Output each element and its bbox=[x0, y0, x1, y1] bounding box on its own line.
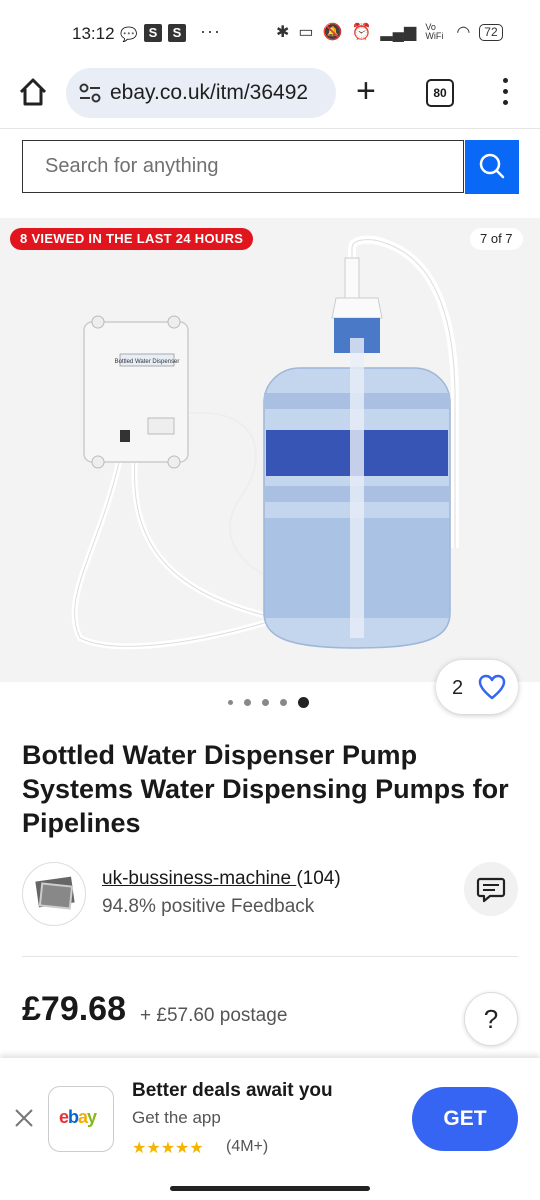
watch-count: 2 bbox=[452, 677, 464, 699]
ebay-app-icon: ebay bbox=[48, 1086, 114, 1152]
banner-rating-count: (4M+) bbox=[226, 1138, 269, 1155]
seller-logo-image bbox=[35, 876, 75, 910]
vibrate-icon: ▭ bbox=[298, 24, 314, 41]
search-button[interactable] bbox=[465, 140, 519, 194]
product-image[interactable]: Bottled Water Dispenser bbox=[0, 218, 540, 682]
pagination-dot-active[interactable] bbox=[298, 697, 309, 708]
search-input[interactable] bbox=[45, 155, 445, 178]
pump-label: Bottled Water Dispenser bbox=[115, 359, 180, 365]
help-button[interactable]: ? bbox=[464, 992, 518, 1046]
signal-icon: ▂▄▆ bbox=[380, 24, 417, 41]
home-button[interactable] bbox=[16, 75, 50, 109]
product-title: Bottled Water Dispenser Pump Systems Wat… bbox=[22, 740, 509, 838]
wifi-icon: ◠ bbox=[456, 24, 471, 41]
gesture-home-indicator[interactable] bbox=[170, 1186, 370, 1191]
message-icon bbox=[476, 877, 506, 903]
battery-icon: 72 bbox=[479, 23, 503, 41]
browser-toolbar: ebay.co.uk/itm/36492 + 80 bbox=[0, 60, 540, 126]
pagination-dot[interactable] bbox=[244, 699, 251, 706]
seller-name-link[interactable]: uk-bussiness-machine (104) bbox=[102, 868, 341, 890]
url-text[interactable]: ebay.co.uk/itm/36492 bbox=[110, 81, 308, 105]
home-icon bbox=[19, 78, 47, 106]
divider bbox=[22, 956, 518, 957]
banner-subtitle: Get the app bbox=[132, 1108, 221, 1127]
new-tab-button[interactable]: + bbox=[356, 74, 376, 108]
status-bar: 13:12 💬 S S ··· ✱ ▭ 🔕 ⏰ ▂▄▆ Vo WiFi ◠ 72 bbox=[0, 0, 540, 60]
heart-icon bbox=[478, 674, 506, 700]
price: £79.68 bbox=[22, 990, 126, 1028]
banner-title: Better deals await you bbox=[132, 1080, 333, 1101]
status-time: 13:12 bbox=[72, 24, 115, 43]
alarm-icon: ⏰ bbox=[351, 24, 372, 41]
contact-seller-button[interactable] bbox=[464, 862, 518, 916]
gallery-pagination bbox=[228, 697, 309, 708]
search-icon bbox=[479, 153, 505, 179]
watch-button[interactable]: 2 bbox=[436, 660, 518, 714]
url-bar[interactable]: ebay.co.uk/itm/36492 bbox=[66, 68, 336, 118]
chat-notification-icon: 💬 bbox=[120, 26, 138, 42]
vowifi-label: Vo WiFi bbox=[425, 22, 444, 41]
seller-feedback: 94.8% positive Feedback bbox=[102, 896, 315, 917]
system-icons: ✱ ▭ 🔕 ⏰ ▂▄▆ Vo WiFi ◠ 72 bbox=[276, 22, 503, 42]
search-box bbox=[22, 140, 464, 193]
close-banner-button[interactable] bbox=[12, 1106, 36, 1130]
pagination-dot[interactable] bbox=[262, 699, 269, 706]
mute-icon: 🔕 bbox=[322, 24, 343, 41]
bluetooth-icon: ✱ bbox=[276, 24, 290, 41]
seller-name[interactable]: uk-bussiness-machine bbox=[102, 868, 291, 889]
browser-menu-button[interactable] bbox=[496, 76, 516, 108]
seller-rating-count: (104) bbox=[296, 868, 341, 889]
seller-avatar[interactable] bbox=[22, 862, 86, 926]
close-icon bbox=[15, 1109, 33, 1127]
more-notifications-icon: ··· bbox=[200, 21, 221, 41]
app-badge-icon: S bbox=[144, 24, 162, 42]
viewed-badge: 8 VIEWED IN THE LAST 24 HOURS bbox=[10, 228, 254, 250]
ebay-logo: ebay bbox=[59, 1107, 97, 1127]
image-counter: 7 of 7 bbox=[470, 228, 523, 250]
app-badge-icon: S bbox=[168, 24, 186, 42]
get-app-button[interactable]: GET bbox=[412, 1087, 518, 1151]
tab-switcher-button[interactable]: 80 bbox=[426, 79, 454, 107]
pagination-dot[interactable] bbox=[228, 700, 233, 705]
divider bbox=[0, 128, 540, 129]
rating-stars-icon: ★★★★★ bbox=[132, 1140, 204, 1157]
postage-cost: + £57.60 postage bbox=[140, 1005, 288, 1026]
site-settings-icon[interactable] bbox=[78, 82, 102, 104]
pagination-dot[interactable] bbox=[280, 699, 287, 706]
product-image-gallery[interactable]: Bottled Water Dispenser bbox=[0, 218, 540, 682]
